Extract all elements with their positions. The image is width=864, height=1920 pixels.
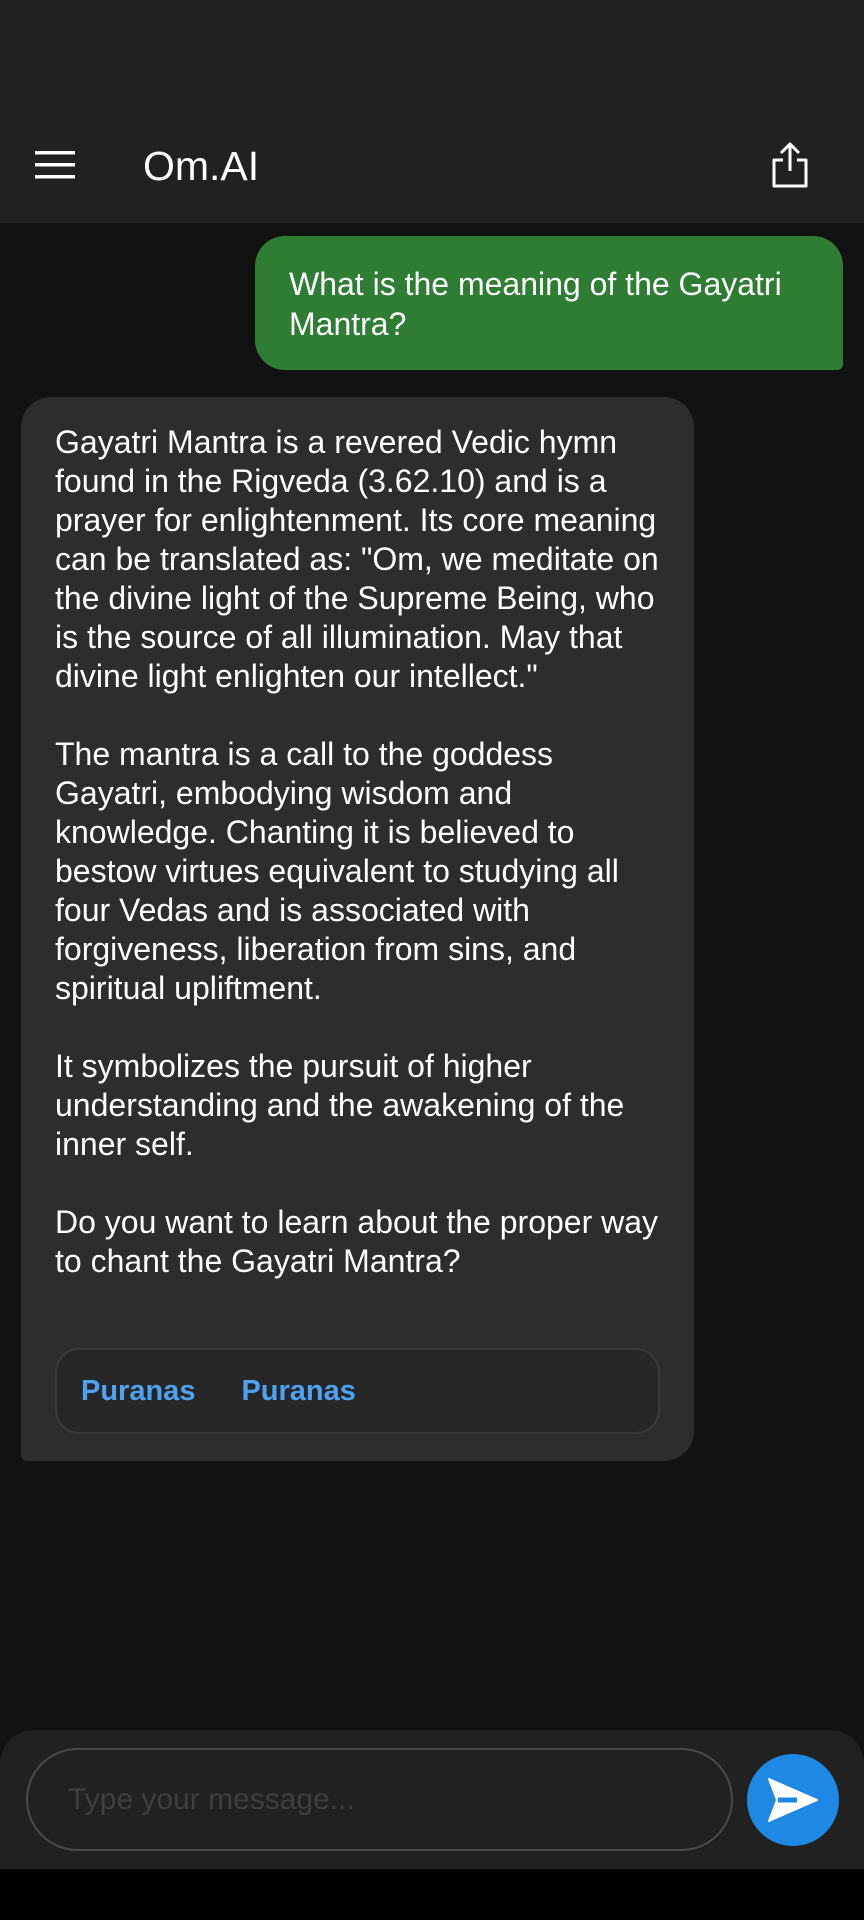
bot-message-paragraph: The mantra is a call to the goddess Gaya…: [55, 736, 619, 1006]
app-title: Om.AI: [143, 143, 260, 189]
system-navigation-bar: [0, 1869, 864, 1920]
send-icon: [768, 1778, 818, 1822]
hamburger-menu-icon-graphic: [35, 151, 75, 179]
bot-message-paragraph: It symbolizes the pursuit of higher unde…: [55, 1048, 625, 1162]
app-bar: [0, 100, 864, 223]
share-icon[interactable]: [755, 128, 825, 202]
suggestion-chip-puranas[interactable]: Puranas: [241, 1375, 355, 1408]
user-message-text: What is the meaning of the Gayatri Mantr…: [289, 266, 782, 342]
chat-screen: Om.AI What is the meaning of the Gayatri…: [0, 0, 864, 1920]
bot-message-bubble: Gayatri Mantra is a revered Vedic hymn f…: [21, 397, 694, 1461]
hamburger-menu-icon[interactable]: [22, 128, 88, 202]
share-icon-graphic: [772, 142, 808, 188]
bot-message-paragraph: Do you want to learn about the proper wa…: [55, 1204, 659, 1279]
bot-message-paragraph: Gayatri Mantra is a revered Vedic hymn f…: [55, 424, 659, 694]
send-button[interactable]: [747, 1754, 839, 1846]
suggestion-chip-row: Puranas Puranas: [55, 1348, 660, 1434]
user-message-bubble: What is the meaning of the Gayatri Mantr…: [255, 236, 843, 370]
suggestion-chip-puranas[interactable]: Puranas: [81, 1375, 195, 1408]
message-input[interactable]: [26, 1748, 733, 1851]
status-bar: [0, 0, 864, 100]
